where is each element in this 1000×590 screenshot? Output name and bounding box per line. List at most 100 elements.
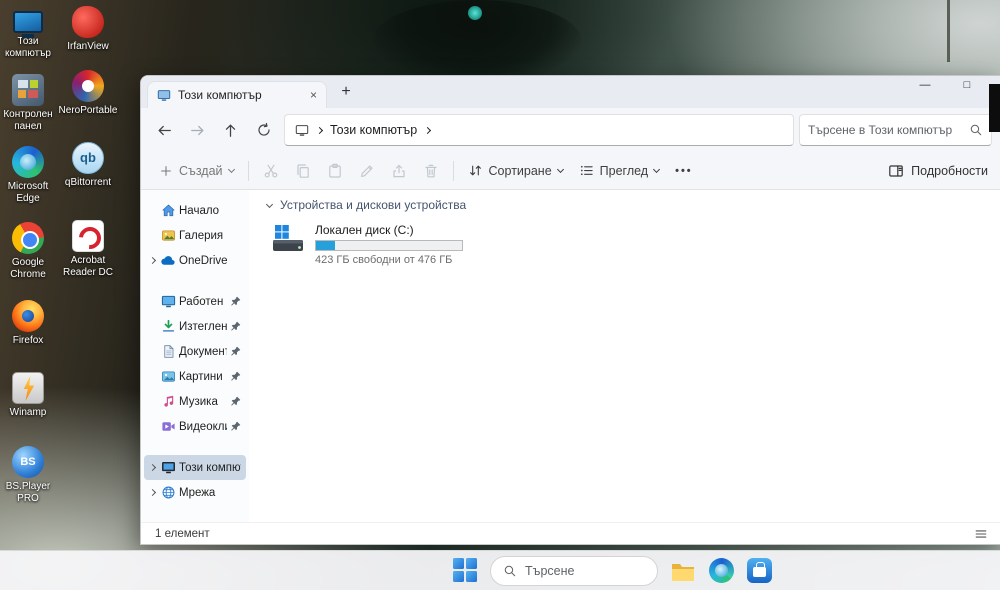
new-button[interactable]: Създай bbox=[151, 156, 242, 186]
taskbar bbox=[0, 550, 1000, 590]
forward-button[interactable] bbox=[182, 115, 213, 146]
chevron-right-icon[interactable] bbox=[148, 490, 157, 495]
desktop-icon-label: Контролен панел bbox=[0, 109, 60, 132]
sidebar-item-downloads[interactable]: Изтеглени ф bbox=[144, 314, 246, 339]
qbittorrent-icon bbox=[72, 142, 104, 174]
documents-icon bbox=[160, 344, 176, 359]
desktop-icon-bsplayer[interactable]: BS.Player PRO bbox=[0, 446, 60, 504]
drive-name: Локален диск (C:) bbox=[315, 223, 463, 237]
group-header-devices[interactable]: Устройства и дискови устройства bbox=[267, 198, 1000, 212]
chevron-down-icon bbox=[266, 200, 273, 207]
separator bbox=[248, 161, 249, 181]
chevron-down-icon bbox=[557, 166, 564, 173]
control-panel-icon bbox=[12, 74, 44, 106]
sidebar-item-videos[interactable]: Видеоклипо bbox=[144, 414, 246, 439]
minimize-button[interactable]: — bbox=[918, 79, 932, 91]
desktop-icon-qbittorrent[interactable]: qBittorrent bbox=[56, 142, 120, 189]
start-button[interactable] bbox=[452, 558, 478, 584]
desktop-icon-irfanview[interactable]: IrfanView bbox=[56, 6, 120, 53]
sort-button[interactable]: Сортиране bbox=[460, 156, 571, 186]
desktop-icon-label: Firefox bbox=[0, 335, 60, 347]
chevron-right-icon[interactable] bbox=[148, 258, 157, 263]
tab-close-icon[interactable]: × bbox=[310, 89, 317, 101]
cut-button[interactable] bbox=[255, 156, 287, 186]
rename-button[interactable] bbox=[351, 156, 383, 186]
taskbar-edge-button[interactable] bbox=[708, 558, 734, 584]
search-input[interactable] bbox=[808, 123, 963, 137]
taskbar-file-explorer-button[interactable] bbox=[670, 558, 696, 584]
chevron-right-icon[interactable] bbox=[424, 126, 431, 133]
desktop-icon-this-pc[interactable]: Този компютър bbox=[0, 6, 60, 59]
sidebar-item-network[interactable]: Мрежа bbox=[144, 480, 246, 505]
desktop-icon-label: qBittorrent bbox=[56, 177, 120, 189]
pin-icon bbox=[230, 421, 241, 432]
taskbar-search-input[interactable] bbox=[525, 564, 645, 578]
explorer-tab[interactable]: Този компютър × bbox=[147, 81, 327, 108]
delete-button[interactable] bbox=[415, 156, 447, 186]
desktop-icon-neroportable[interactable]: NeroPortable bbox=[56, 70, 120, 117]
chevron-right-icon bbox=[316, 126, 323, 133]
neroportable-icon bbox=[72, 70, 104, 102]
view-button[interactable]: Преглед bbox=[571, 156, 667, 186]
address-bar[interactable]: Този компютър bbox=[284, 114, 794, 146]
more-options-button[interactable]: ••• bbox=[667, 156, 701, 186]
new-tab-button[interactable]: + bbox=[333, 83, 359, 101]
tab-title: Този компютър bbox=[178, 88, 262, 102]
drive-item-c[interactable]: Локален диск (C:) 423 ГБ свободни от 476… bbox=[267, 220, 482, 269]
drive-free-space: 423 ГБ свободни от 476 ГБ bbox=[315, 254, 463, 266]
desktop-icon-firefox[interactable]: Firefox bbox=[0, 300, 60, 347]
maximize-button[interactable]: □ bbox=[960, 79, 974, 91]
sidebar-item-gallery[interactable]: Галерия bbox=[144, 223, 246, 248]
pictures-icon bbox=[160, 369, 176, 384]
sidebar-item-documents[interactable]: Документи bbox=[144, 339, 246, 364]
sidebar-item-pictures[interactable]: Картини bbox=[144, 364, 246, 389]
tab-bar: Този компютър × + — □ bbox=[141, 76, 1000, 108]
music-icon bbox=[160, 394, 176, 409]
sidebar-item-music[interactable]: Музика bbox=[144, 389, 246, 414]
taskbar-search[interactable] bbox=[490, 556, 658, 586]
sidebar-item-this-pc[interactable]: Този компютър bbox=[144, 455, 246, 480]
back-button[interactable] bbox=[149, 115, 180, 146]
bsplayer-icon bbox=[12, 446, 44, 478]
wallpaper-pole bbox=[947, 0, 950, 62]
desktop-icon-microsoft-edge[interactable]: Microsoft Edge bbox=[0, 146, 60, 204]
home-icon bbox=[160, 203, 176, 218]
taskbar-store-button[interactable] bbox=[746, 558, 772, 584]
videos-icon bbox=[160, 419, 176, 434]
desktop-icon-label: IrfanView bbox=[56, 41, 120, 53]
desktop-icon-winamp[interactable]: Winamp bbox=[0, 372, 60, 419]
desktop-icon-control-panel[interactable]: Контролен панел bbox=[0, 74, 60, 132]
pin-icon bbox=[230, 321, 241, 332]
pin-icon bbox=[230, 296, 241, 307]
breadcrumb[interactable]: Този компютър bbox=[330, 123, 417, 137]
chrome-icon bbox=[12, 222, 44, 254]
sidebar-item-desktop[interactable]: Работен пло bbox=[144, 289, 246, 314]
search-icon bbox=[503, 564, 517, 578]
desktop-icon-google-chrome[interactable]: Google Chrome bbox=[0, 222, 60, 280]
windows-logo-icon bbox=[453, 558, 478, 583]
copy-button[interactable] bbox=[287, 156, 319, 186]
details-pane-toggle[interactable]: Подробности bbox=[888, 163, 990, 179]
desktop-icon-acrobat-reader[interactable]: Acrobat Reader DC bbox=[56, 220, 120, 278]
chevron-right-icon[interactable] bbox=[148, 465, 157, 470]
drive-capacity-fill bbox=[316, 241, 335, 250]
sidebar-item-home[interactable]: Начало bbox=[144, 198, 246, 223]
dark-strip bbox=[989, 84, 1000, 132]
paste-button[interactable] bbox=[319, 156, 351, 186]
sidebar-item-onedrive[interactable]: OneDrive bbox=[144, 248, 246, 273]
separator bbox=[453, 161, 454, 181]
refresh-button[interactable] bbox=[248, 115, 279, 146]
winamp-icon bbox=[12, 372, 44, 404]
edge-icon bbox=[709, 558, 734, 583]
up-button[interactable] bbox=[215, 115, 246, 146]
this-pc-icon bbox=[295, 123, 309, 137]
details-view-icon[interactable] bbox=[974, 527, 988, 541]
pin-icon bbox=[230, 371, 241, 382]
share-button[interactable] bbox=[383, 156, 415, 186]
irfanview-icon bbox=[72, 6, 104, 38]
search-icon bbox=[969, 123, 983, 137]
window-controls: — □ bbox=[918, 79, 974, 91]
chevron-down-icon bbox=[653, 166, 660, 173]
onedrive-cloud-icon bbox=[160, 253, 176, 269]
file-explorer-window: Този компютър × + — □ Този компютър bbox=[140, 75, 1000, 545]
